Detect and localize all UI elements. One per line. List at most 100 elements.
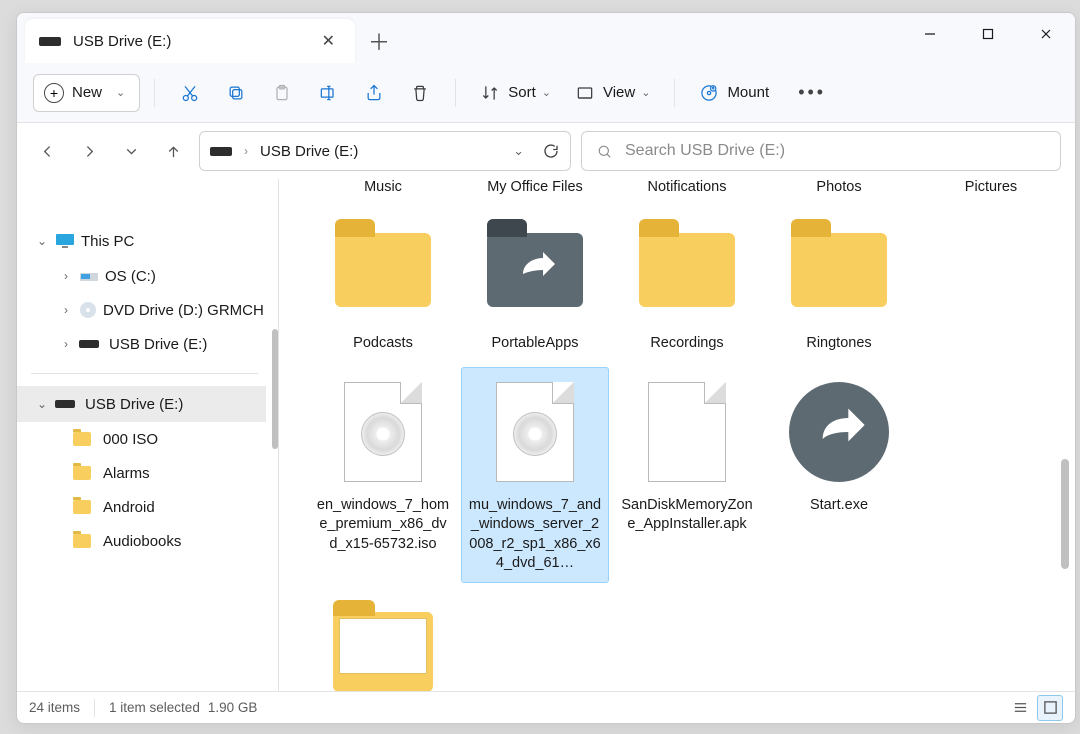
tree-dvd-d[interactable]: › DVD Drive (D:) GRMCH [17, 293, 272, 327]
chevron-down-icon[interactable]: ⌄ [35, 397, 49, 411]
folder-icon [73, 466, 91, 480]
file-explorer-window: USB Drive (E:) ✕ ＋ + New ⌄ Sort ⌄ [16, 12, 1076, 724]
chevron-right-icon[interactable]: › [59, 269, 73, 283]
rename-button[interactable] [307, 73, 349, 113]
item-podcasts[interactable]: Podcasts [309, 205, 457, 363]
details-view-button[interactable] [1007, 695, 1033, 721]
main: ⌄ This PC › OS (C:) › DVD Drive (D:) GRM… [17, 179, 1075, 691]
chevron-down-icon: ⌄ [116, 86, 125, 99]
volume-icon [210, 147, 232, 156]
content-scrollbar[interactable] [1061, 459, 1069, 569]
exe-icon [789, 382, 889, 482]
item-label[interactable]: My Office Files [461, 179, 609, 195]
chevron-right-icon[interactable]: › [59, 303, 73, 317]
chevron-down-icon: ⌄ [641, 86, 650, 99]
sort-label: Sort [508, 84, 536, 101]
folder-icon [791, 233, 887, 307]
volume-icon [55, 400, 75, 408]
folder-icon [335, 233, 431, 307]
tree-android[interactable]: Android [17, 490, 272, 524]
item-en-windows-7-iso[interactable]: en_windows_7_home_premium_x86_dvd_x15-65… [309, 367, 457, 583]
window-controls [901, 13, 1075, 55]
plus-icon: + [44, 83, 64, 103]
cut-button[interactable] [169, 73, 211, 113]
item-ringtones[interactable]: Ringtones [765, 205, 913, 363]
icons-view-button[interactable] [1037, 695, 1063, 721]
disc-icon [79, 301, 97, 319]
up-button[interactable] [157, 135, 189, 167]
view-button[interactable]: View ⌄ [565, 73, 660, 113]
tree-000-iso[interactable]: 000 ISO [17, 422, 272, 456]
minimize-button[interactable] [901, 13, 959, 55]
chevron-down-icon: ⌄ [542, 86, 551, 99]
search-box[interactable]: Search USB Drive (E:) [581, 131, 1061, 171]
sort-button[interactable]: Sort ⌄ [470, 73, 561, 113]
item-label[interactable]: Photos [765, 179, 913, 195]
tree-audiobooks[interactable]: Audiobooks [17, 524, 272, 558]
tree-usb-e-top[interactable]: › USB Drive (E:) [17, 327, 272, 361]
navigation-row: › USB Drive (E:) ⌄ Search USB Drive (E:) [17, 123, 1075, 179]
tab-usb-drive[interactable]: USB Drive (E:) ✕ [25, 19, 355, 63]
item-sandisk-apk[interactable]: SanDiskMemoryZone_AppInstaller.apk [613, 367, 761, 583]
view-label: View [603, 84, 635, 101]
folder-icon [73, 432, 91, 446]
drive-icon [79, 268, 99, 284]
search-placeholder: Search USB Drive (E:) [625, 142, 785, 160]
status-selection: 1 item selected [109, 700, 200, 715]
new-label: New [72, 84, 102, 101]
toolbar: + New ⌄ Sort ⌄ View ⌄ Mount ••• [17, 63, 1075, 123]
new-button[interactable]: + New ⌄ [33, 74, 140, 112]
item-000-iso-folder[interactable]: 000 ISO [309, 587, 457, 691]
tab-title: USB Drive (E:) [73, 33, 316, 50]
folder-icon [639, 233, 735, 307]
status-size: 1.90 GB [208, 700, 258, 715]
volume-icon [79, 340, 99, 348]
back-button[interactable] [31, 135, 63, 167]
folder-icon [73, 500, 91, 514]
copy-button[interactable] [215, 73, 257, 113]
more-button[interactable]: ••• [791, 73, 833, 113]
share-button[interactable] [353, 73, 395, 113]
address-bar[interactable]: › USB Drive (E:) ⌄ [199, 131, 571, 171]
item-start-exe[interactable]: Start.exe [765, 367, 913, 583]
iso-file-icon [344, 382, 422, 482]
item-mu-windows-7-iso[interactable]: mu_windows_7_and_windows_server_2008_r2_… [461, 367, 609, 583]
tree-usb-e[interactable]: ⌄ USB Drive (E:) [17, 386, 266, 422]
chevron-down-icon[interactable]: ⌄ [35, 234, 49, 248]
item-label[interactable]: Notifications [613, 179, 761, 195]
iso-file-icon [496, 382, 574, 482]
close-button[interactable] [1017, 13, 1075, 55]
chevron-down-icon[interactable]: ⌄ [513, 143, 524, 159]
item-label[interactable]: Pictures [917, 179, 1065, 195]
item-label[interactable]: Music [309, 179, 457, 195]
recent-button[interactable] [115, 135, 147, 167]
volume-icon [39, 37, 61, 46]
status-item-count: 24 items [29, 700, 80, 715]
forward-button[interactable] [73, 135, 105, 167]
paste-button[interactable] [261, 73, 303, 113]
monitor-icon [55, 233, 75, 249]
mount-label: Mount [727, 84, 769, 101]
mount-button[interactable]: Mount [689, 73, 779, 113]
delete-button[interactable] [399, 73, 441, 113]
item-portableapps[interactable]: PortableApps [461, 205, 609, 363]
refresh-icon[interactable] [542, 142, 560, 160]
close-tab-icon[interactable]: ✕ [316, 25, 341, 57]
navigation-pane: ⌄ This PC › OS (C:) › DVD Drive (D:) GRM… [17, 179, 279, 691]
items-view[interactable]: Music My Office Files Notifications Phot… [279, 179, 1075, 691]
folder-icon [333, 612, 433, 691]
status-bar: 24 items 1 item selected 1.90 GB [17, 691, 1075, 723]
item-recordings[interactable]: Recordings [613, 205, 761, 363]
sidebar-scrollbar[interactable] [272, 329, 278, 449]
folder-shortcut-icon [487, 233, 583, 307]
breadcrumb-separator: › [244, 144, 248, 158]
tree-os-c[interactable]: › OS (C:) [17, 259, 272, 293]
new-tab-button[interactable]: ＋ [355, 19, 403, 63]
maximize-button[interactable] [959, 13, 1017, 55]
breadcrumb[interactable]: USB Drive (E:) [260, 143, 358, 160]
tree-alarms[interactable]: Alarms [17, 456, 272, 490]
file-icon [648, 382, 726, 482]
chevron-right-icon[interactable]: › [59, 337, 73, 351]
titlebar: USB Drive (E:) ✕ ＋ [17, 13, 1075, 63]
tree-this-pc[interactable]: ⌄ This PC [17, 223, 272, 259]
